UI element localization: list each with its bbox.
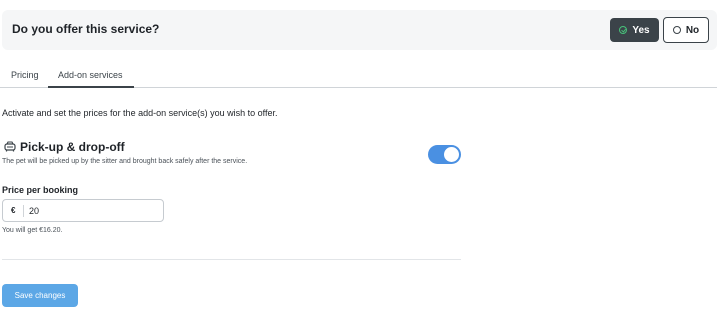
no-label: No	[685, 24, 700, 36]
addon-description: The pet will be picked up by the sitter …	[2, 158, 248, 165]
toggle-knob	[444, 147, 459, 162]
tab-bar: Pricing Add-on services	[0, 64, 717, 88]
service-offer-bar: Do you offer this service? Yes No	[2, 10, 717, 50]
active-tab-indicator	[48, 86, 134, 88]
yes-label: Yes	[632, 24, 650, 36]
check-circle-icon	[619, 26, 628, 34]
no-button[interactable]: No	[663, 17, 709, 43]
tab-pricing[interactable]: Pricing	[11, 70, 39, 80]
price-input[interactable]	[29, 203, 159, 218]
price-field[interactable]: €	[2, 199, 164, 222]
section-divider	[2, 259, 461, 260]
car-icon	[4, 141, 16, 152]
save-changes-button[interactable]: Save changes	[2, 284, 78, 307]
earnings-note: You will get €16.20.	[2, 227, 63, 234]
yes-button[interactable]: Yes	[610, 18, 659, 42]
service-question: Do you offer this service?	[12, 22, 160, 36]
intro-text: Activate and set the prices for the add-…	[2, 108, 278, 118]
addon-enable-toggle[interactable]	[428, 145, 461, 164]
radio-circle-icon	[672, 26, 681, 34]
tab-add-on-services[interactable]: Add-on services	[58, 70, 123, 80]
field-divider	[23, 205, 24, 217]
addon-title: Pick-up & drop-off	[20, 140, 125, 154]
currency-symbol: €	[11, 206, 16, 215]
price-label: Price per booking	[2, 185, 79, 195]
